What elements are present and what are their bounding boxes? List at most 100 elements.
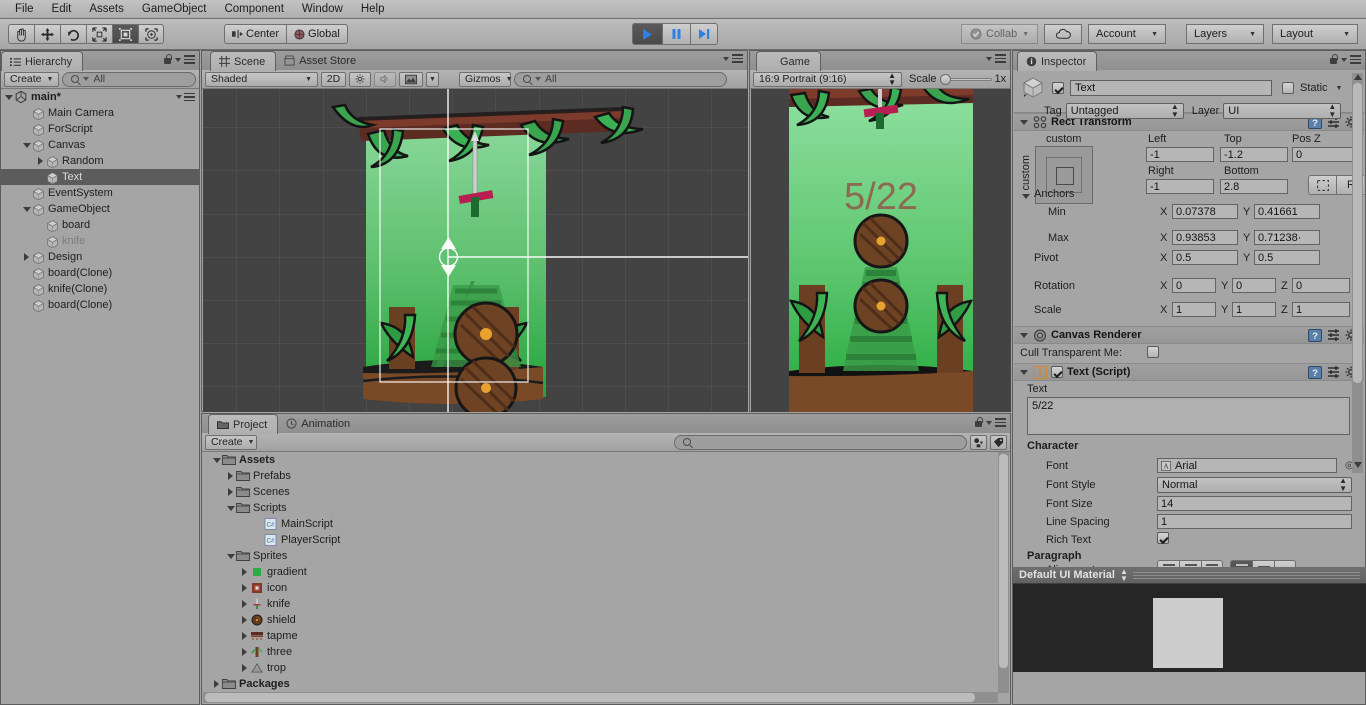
chevron-right-icon[interactable] xyxy=(211,676,222,692)
chevron-right-icon[interactable] xyxy=(239,660,250,676)
hierarchy-item-canvas[interactable]: Canvas xyxy=(1,137,199,153)
pause-button[interactable] xyxy=(662,23,690,45)
anchor-min-y-field[interactable]: 0.41661 xyxy=(1254,204,1320,219)
menu-item-edit[interactable]: Edit xyxy=(43,0,81,18)
object-name-field[interactable]: Text xyxy=(1070,80,1272,96)
account-button[interactable]: Account ▼ xyxy=(1088,24,1166,44)
scene-effects-dropdown[interactable]: ▼ xyxy=(426,71,439,87)
top-field[interactable]: -1.2 xyxy=(1220,147,1288,162)
chevron-down-icon[interactable] xyxy=(225,500,236,516)
project-tab-menu[interactable] xyxy=(974,417,1006,428)
scene-search-input[interactable]: All xyxy=(514,71,727,87)
project-item-scenes[interactable]: Scenes xyxy=(203,484,1009,500)
chevron-down-icon[interactable] xyxy=(225,548,236,564)
project-vscrollbar[interactable] xyxy=(998,452,1009,693)
menu-item-gameobject[interactable]: GameObject xyxy=(133,0,216,18)
hierarchy-item-forscript[interactable]: ForScript xyxy=(1,121,199,137)
step-button[interactable] xyxy=(690,23,718,45)
layers-button[interactable]: Layers ▼ xyxy=(1186,24,1264,44)
scale-tool-button[interactable] xyxy=(86,24,112,44)
hierarchy-item-board[interactable]: board xyxy=(1,217,199,233)
scene-lighting-toggle[interactable] xyxy=(349,71,371,87)
material-preview-header[interactable]: Default UI Material ▲ ▼ xyxy=(1013,567,1366,584)
inspector-tab-menu[interactable] xyxy=(1329,54,1361,65)
project-item-trop[interactable]: trop xyxy=(203,660,1009,676)
pivot-global-button[interactable]: Global xyxy=(286,24,348,44)
hierarchy-item-board-clone-[interactable]: board(Clone) xyxy=(1,297,199,313)
project-item-three[interactable]: three xyxy=(203,644,1009,660)
scale-z-field[interactable]: 1 xyxy=(1292,302,1350,317)
tab-scene[interactable]: Scene xyxy=(210,51,277,71)
menu-icon[interactable] xyxy=(1350,55,1361,64)
cull-transparent-checkbox[interactable] xyxy=(1147,346,1159,358)
hierarchy-search-input[interactable]: All xyxy=(62,71,196,87)
project-item-sprites[interactable]: Sprites xyxy=(203,548,1009,564)
collab-button[interactable]: Collab ▼ xyxy=(961,24,1039,44)
bottom-field[interactable]: 2.8 xyxy=(1220,179,1288,194)
game-viewport[interactable]: 5/22 xyxy=(751,89,1011,412)
rotation-z-field[interactable]: 0 xyxy=(1292,278,1350,293)
font-field[interactable]: A Arial xyxy=(1157,458,1337,473)
tab-project[interactable]: Project xyxy=(208,414,279,434)
hierarchy-item-design[interactable]: Design xyxy=(1,249,199,265)
tag-dropdown[interactable]: Untagged ▲ ▼ xyxy=(1065,103,1184,119)
game-tab-menu[interactable] xyxy=(986,54,1006,63)
play-button[interactable] xyxy=(632,23,662,45)
chevron-right-icon[interactable] xyxy=(21,249,32,265)
left-field[interactable]: -1 xyxy=(1146,147,1214,162)
scale-x-field[interactable]: 1 xyxy=(1172,302,1216,317)
scene-menu-icon[interactable] xyxy=(184,92,195,102)
chevron-right-icon[interactable] xyxy=(239,580,250,596)
project-item-prefabs[interactable]: Prefabs xyxy=(203,468,1009,484)
project-item-knife[interactable]: knife xyxy=(203,596,1009,612)
hierarchy-item-text[interactable]: Text xyxy=(1,169,199,185)
hierarchy-item-board-clone-[interactable]: board(Clone) xyxy=(1,265,199,281)
layout-button[interactable]: Layout ▼ xyxy=(1272,24,1358,44)
chevron-down-icon[interactable] xyxy=(211,452,222,468)
project-item-packages[interactable]: Packages xyxy=(203,676,1009,692)
static-checkbox[interactable] xyxy=(1282,82,1294,94)
scene-tab-menu[interactable] xyxy=(723,54,743,63)
hierarchy-item-knife[interactable]: knife xyxy=(1,233,199,249)
chevron-right-icon[interactable] xyxy=(239,564,250,580)
project-item-mainscript[interactable]: C# MainScript xyxy=(203,516,1009,532)
project-create-button[interactable]: Create ▼ xyxy=(205,434,257,450)
help-icon[interactable]: ? xyxy=(1308,328,1322,342)
anchors-expand-chevron-down-icon[interactable] xyxy=(1020,188,1031,204)
right-field[interactable]: -1 xyxy=(1146,179,1214,194)
transform-tool-button[interactable] xyxy=(138,24,164,44)
chevron-right-icon[interactable] xyxy=(239,644,250,660)
tab-animation[interactable]: Animation xyxy=(278,414,360,433)
hierarchy-item-main-camera[interactable]: Main Camera xyxy=(1,105,199,121)
project-item-gradient[interactable]: gradient xyxy=(203,564,1009,580)
anchor-max-x-field[interactable]: 0.93853 xyxy=(1172,230,1238,245)
inspector-scroll-up-button[interactable] xyxy=(1352,71,1363,82)
scale-y-field[interactable]: 1 xyxy=(1232,302,1276,317)
text-script-enabled-checkbox[interactable] xyxy=(1051,366,1063,378)
scene-audio-toggle[interactable] xyxy=(374,71,396,87)
chevron-right-icon[interactable] xyxy=(225,468,236,484)
game-aspect-dropdown[interactable]: 16:9 Portrait (9:16) ▲ ▼ xyxy=(753,71,902,87)
text-value-textarea[interactable]: 5/22 xyxy=(1027,397,1350,435)
project-filter-label-button[interactable] xyxy=(990,434,1007,450)
chevron-right-icon[interactable] xyxy=(239,612,250,628)
project-item-tapme[interactable]: tapme xyxy=(203,628,1009,644)
hand-tool-button[interactable] xyxy=(8,24,34,44)
menu-icon[interactable] xyxy=(732,54,743,63)
inspector-scroll-down-button[interactable] xyxy=(1352,459,1363,470)
canvas-renderer-header[interactable]: Canvas Renderer ? xyxy=(1014,326,1364,344)
preset-icon[interactable] xyxy=(1327,329,1340,341)
game-scale-slider[interactable] xyxy=(939,73,992,85)
hierarchy-create-button[interactable]: Create ▼ xyxy=(4,71,60,87)
lock-icon[interactable] xyxy=(163,54,172,65)
layer-dropdown[interactable]: UI ▲ ▼ xyxy=(1223,103,1342,119)
rotation-y-field[interactable]: 0 xyxy=(1232,278,1276,293)
menu-icon[interactable] xyxy=(184,55,195,64)
preset-icon[interactable] xyxy=(1327,366,1340,378)
chevron-down-icon[interactable] xyxy=(21,201,32,217)
lock-icon[interactable] xyxy=(974,417,983,428)
hierarchy-tab-menu[interactable] xyxy=(163,54,195,65)
project-item-shield[interactable]: shield xyxy=(203,612,1009,628)
chevron-right-icon[interactable] xyxy=(225,484,236,500)
scene-viewport[interactable] xyxy=(203,89,748,412)
